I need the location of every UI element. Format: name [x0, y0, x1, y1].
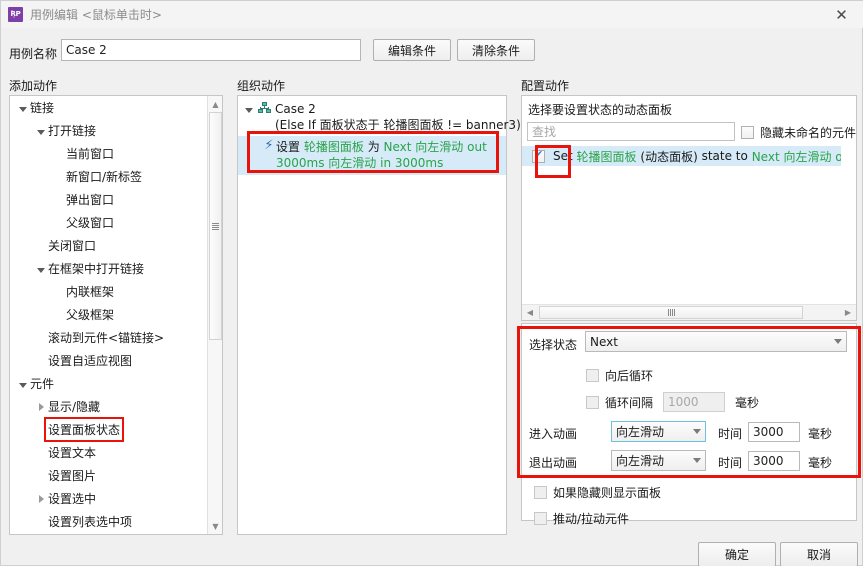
scroll-up-icon[interactable]: ▲: [208, 96, 223, 112]
tree-item[interactable]: 设置图片: [10, 464, 207, 487]
tree-item-label: 新窗口/新标签: [66, 170, 143, 184]
chevron-right-icon[interactable]: [34, 492, 48, 506]
ok-button[interactable]: 确定: [698, 542, 776, 566]
tree-item[interactable]: 父级框架: [10, 303, 207, 326]
organize-action-heading: 组织动作: [237, 79, 286, 93]
tree-item-label: 设置自适应视图: [48, 354, 133, 368]
app-logo-text: RP: [10, 10, 21, 18]
tree-item-label: 父级框架: [66, 308, 115, 322]
tree-item[interactable]: 当前窗口: [10, 142, 207, 165]
tree-item[interactable]: 内联框架: [10, 280, 207, 303]
tree-vertical-scrollbar[interactable]: ▲ ▼: [207, 96, 222, 534]
tree-item-label: 设置面板状态: [43, 417, 125, 442]
panel-select-title: 选择要设置状态的动态面板: [528, 103, 673, 117]
tree-item-label: 链接: [30, 101, 55, 115]
scroll-down-icon[interactable]: ▼: [208, 518, 223, 534]
tree-item-label: 弹出窗口: [66, 193, 115, 207]
tree-item[interactable]: 滚动到元件<锚链接>: [10, 326, 207, 349]
hide-unnamed-checkbox[interactable]: [741, 126, 754, 139]
scroll-grip-icon: [212, 222, 219, 230]
panel-item-target: 轮播图面板: [576, 149, 637, 164]
tree-item[interactable]: 设置面板状态: [10, 417, 207, 442]
panel-item-checkbox-highlight: [535, 145, 571, 178]
chevron-down-icon[interactable]: [34, 124, 48, 138]
tree-item[interactable]: 设置文本: [10, 441, 207, 464]
window-title: 用例编辑 <鼠标单击时>: [30, 8, 162, 22]
tree-item[interactable]: 元件: [10, 372, 207, 395]
tree-item[interactable]: 显示/隐藏: [10, 395, 207, 418]
scroll-thumb[interactable]: [209, 112, 222, 340]
app-logo-icon: RP: [8, 7, 23, 22]
case-name-input[interactable]: [61, 39, 361, 61]
tree-item-label: 父级窗口: [66, 216, 115, 230]
clear-condition-button[interactable]: 清除条件: [457, 39, 535, 61]
tree-item[interactable]: 弹出窗口: [10, 188, 207, 211]
panel-horizontal-scrollbar[interactable]: ◀ ▶: [522, 304, 856, 320]
tree-item-label: 内联框架: [66, 285, 115, 299]
panel-item-value: Next 向左滑动 out 3000: [751, 149, 841, 164]
tree-item-label: 关闭窗口: [48, 239, 97, 253]
hscroll-right-icon[interactable]: ▶: [840, 308, 856, 317]
chevron-down-icon[interactable]: [16, 101, 30, 115]
tree-item[interactable]: 设置选中: [10, 487, 207, 510]
tree-item[interactable]: 设置自适应视图: [10, 349, 207, 372]
tree-item[interactable]: 链接: [10, 96, 207, 119]
hscroll-thumb[interactable]: [539, 306, 803, 319]
tree-item[interactable]: 打开链接: [10, 119, 207, 142]
configure-action-heading: 配置动作: [521, 79, 570, 93]
tree-item-label: 当前窗口: [66, 147, 115, 161]
case-node-label: Case 2: [275, 102, 316, 116]
case-twisty-icon[interactable]: [242, 102, 256, 116]
case-node-row[interactable]: Case 2: [238, 102, 506, 116]
chevron-down-icon[interactable]: [16, 377, 30, 391]
action-tree-list[interactable]: 链接打开链接当前窗口新窗口/新标签 弹出窗口父级窗口关闭窗口在框架中打开链接内联框…: [10, 96, 207, 534]
tree-item[interactable]: 设置列表选中项: [10, 510, 207, 533]
title-bar: RP 用例编辑 <鼠标单击时> ✕: [1, 1, 863, 28]
tree-item-label: 打开链接: [48, 124, 97, 138]
animation-settings-highlight: [517, 326, 861, 478]
tree-item-label: 设置文本: [48, 446, 97, 460]
tree-item[interactable]: 启用/禁用: [10, 533, 207, 534]
tree-item-label: 设置选中: [48, 492, 97, 506]
add-action-heading: 添加动作: [9, 79, 58, 93]
hscroll-left-icon[interactable]: ◀: [522, 308, 538, 317]
action-tree-panel: 链接打开链接当前窗口新窗口/新标签 弹出窗口父级窗口关闭窗口在框架中打开链接内联框…: [9, 95, 223, 535]
tree-item[interactable]: 关闭窗口: [10, 234, 207, 257]
edit-condition-button[interactable]: 编辑条件: [373, 39, 451, 61]
tree-item[interactable]: 在框架中打开链接: [10, 257, 207, 280]
hscroll-grip-icon: [667, 309, 675, 316]
close-icon[interactable]: ✕: [819, 1, 863, 28]
chevron-down-icon[interactable]: [34, 262, 48, 276]
chevron-right-icon[interactable]: [34, 400, 48, 414]
push-pull-label: 推动/拉动元件: [553, 512, 630, 526]
tree-item-label: 设置图片: [48, 469, 97, 483]
cancel-button[interactable]: 取消: [780, 542, 858, 566]
show-if-hidden-label: 如果隐藏则显示面板: [553, 486, 662, 500]
tree-item-label: 元件: [30, 377, 55, 391]
push-pull-checkbox[interactable]: [534, 512, 547, 525]
case-tree-icon: [258, 102, 271, 113]
show-if-hidden-row[interactable]: 如果隐藏则显示面板: [534, 484, 661, 501]
search-input[interactable]: [527, 122, 735, 141]
action-node-highlight: [247, 131, 499, 173]
panel-item-type: (动态面板): [640, 149, 698, 164]
hide-unnamed-row[interactable]: 隐藏未命名的元件: [741, 124, 856, 141]
tree-item[interactable]: 父级窗口: [10, 211, 207, 234]
tree-item-label: 滚动到元件<锚链接>: [48, 331, 165, 345]
tree-item-label: 在框架中打开链接: [48, 262, 145, 276]
tree-item-label: 显示/隐藏: [48, 400, 101, 414]
hide-unnamed-label: 隐藏未命名的元件: [760, 126, 857, 140]
show-if-hidden-checkbox[interactable]: [534, 486, 547, 499]
panel-item-middle: state to: [701, 149, 748, 163]
push-pull-row[interactable]: 推动/拉动元件: [534, 510, 629, 527]
tree-item-label: 设置列表选中项: [48, 515, 133, 529]
tree-item[interactable]: 新窗口/新标签: [10, 165, 207, 188]
case-editor-dialog: RP 用例编辑 <鼠标单击时> ✕ 用例名称 编辑条件 清除条件 添加动作 组织…: [0, 0, 863, 566]
case-name-label: 用例名称: [9, 47, 58, 61]
